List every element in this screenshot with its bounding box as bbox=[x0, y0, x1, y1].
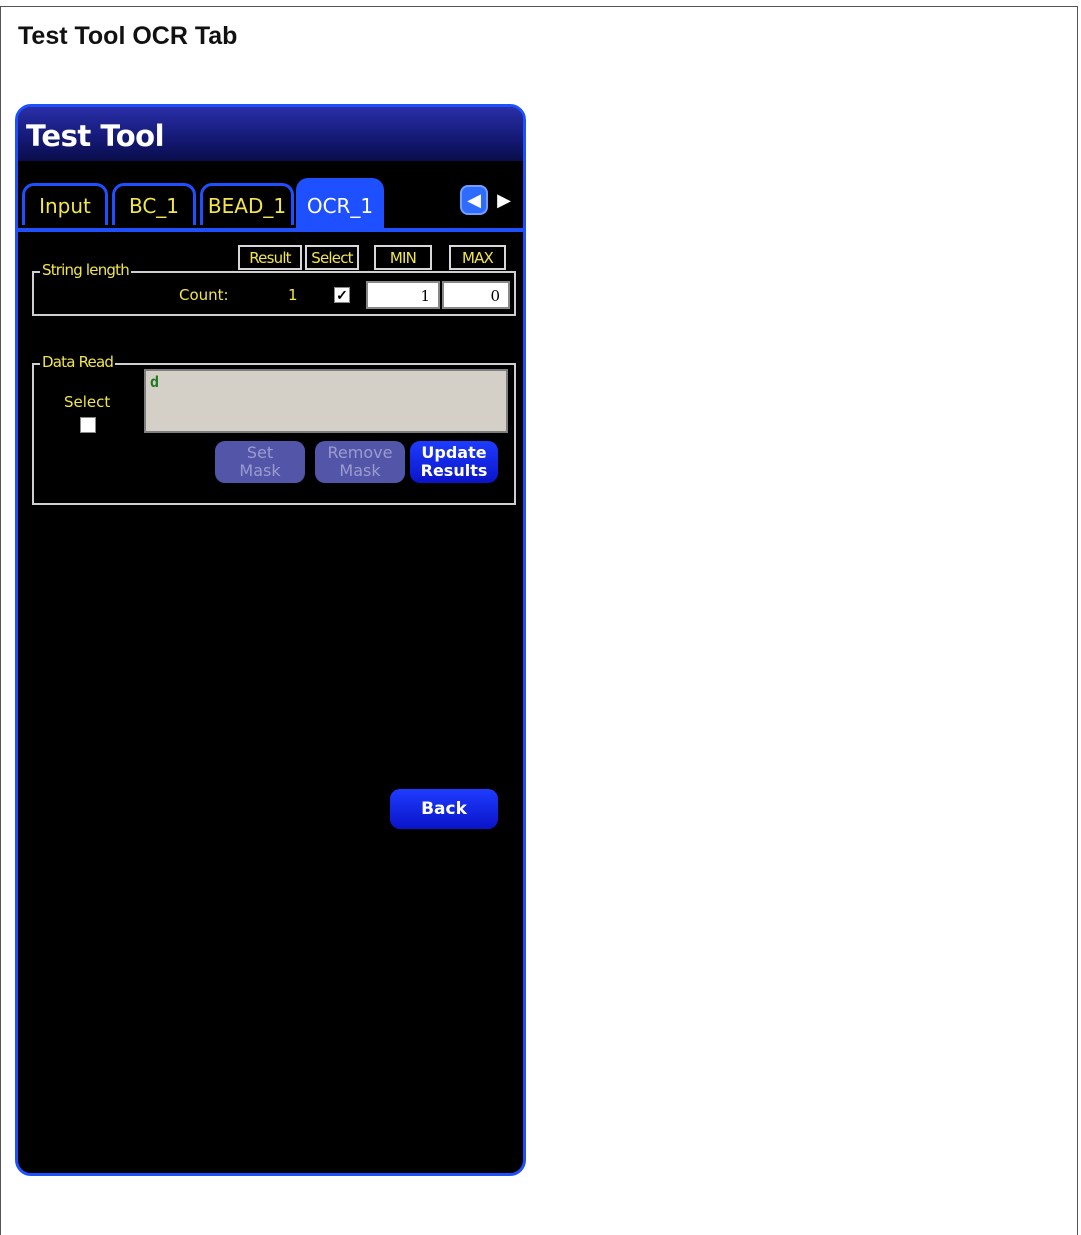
back-button[interactable]: Back bbox=[390, 789, 498, 829]
string-length-select-checkbox[interactable]: ✓ bbox=[334, 287, 350, 303]
arrow-left-icon[interactable]: ◀ bbox=[460, 185, 488, 215]
back-button-label: Back bbox=[421, 799, 467, 819]
tab-strip: Input BC_1 BEAD_1 OCR_1 ◀ ▶ bbox=[18, 177, 523, 229]
data-read-text-area[interactable]: d bbox=[144, 369, 508, 433]
select-column-header: Select bbox=[305, 245, 359, 270]
set-mask-label-line2: Mask bbox=[239, 461, 281, 480]
update-results-label-line1: Update bbox=[421, 443, 487, 462]
document-title: Test Tool OCR Tab bbox=[18, 22, 238, 50]
min-column-header: MIN bbox=[374, 245, 432, 270]
select-header-label: Select bbox=[311, 248, 353, 267]
remove-mask-button[interactable]: Remove Mask bbox=[315, 441, 405, 483]
string-length-max-field[interactable]: 0 bbox=[442, 281, 510, 309]
update-results-button[interactable]: Update Results bbox=[410, 441, 498, 483]
tab-label: OCR_1 bbox=[306, 194, 374, 218]
min-header-label: MIN bbox=[389, 248, 417, 267]
tab-label: BC_1 bbox=[128, 193, 180, 218]
string-length-min-field[interactable]: 1 bbox=[366, 281, 440, 309]
max-column-header: MAX bbox=[449, 245, 506, 270]
set-mask-label-line1: Set bbox=[246, 443, 274, 462]
data-read-select-checkbox[interactable] bbox=[80, 417, 96, 433]
tab-bead-1[interactable]: BEAD_1 bbox=[200, 183, 294, 225]
window-title: Test Tool bbox=[26, 119, 165, 153]
tab-bc-1[interactable]: BC_1 bbox=[112, 183, 196, 225]
count-result-value: 1 bbox=[288, 286, 298, 304]
set-mask-button[interactable]: Set Mask bbox=[215, 441, 305, 483]
remove-mask-label-line1: Remove bbox=[327, 443, 393, 462]
title-bar: Test Tool bbox=[18, 107, 523, 161]
test-tool-window: Test Tool Input BC_1 BEAD_1 OCR_1 ◀ ▶ Re… bbox=[15, 104, 526, 1176]
tab-input[interactable]: Input bbox=[22, 183, 108, 225]
tab-scroll-arrows: ◀ ▶ bbox=[460, 185, 522, 219]
tab-label: BEAD_1 bbox=[207, 193, 287, 218]
data-read-select-label: Select bbox=[64, 393, 111, 411]
count-label: Count: bbox=[179, 286, 229, 304]
result-header-label: Result bbox=[249, 248, 291, 267]
string-length-group: String length Count: 1 ✓ 1 0 bbox=[32, 261, 516, 316]
data-read-label: Data Read bbox=[40, 353, 116, 371]
arrow-right-icon[interactable]: ▶ bbox=[490, 185, 518, 215]
tab-ocr-1[interactable]: OCR_1 bbox=[296, 178, 384, 229]
result-column-header: Result bbox=[238, 245, 302, 270]
string-length-label: String length bbox=[40, 261, 131, 279]
remove-mask-label-line2: Mask bbox=[339, 461, 381, 480]
tab-label: Input bbox=[39, 193, 91, 218]
max-header-label: MAX bbox=[461, 248, 494, 267]
update-results-label-line2: Results bbox=[420, 461, 488, 480]
